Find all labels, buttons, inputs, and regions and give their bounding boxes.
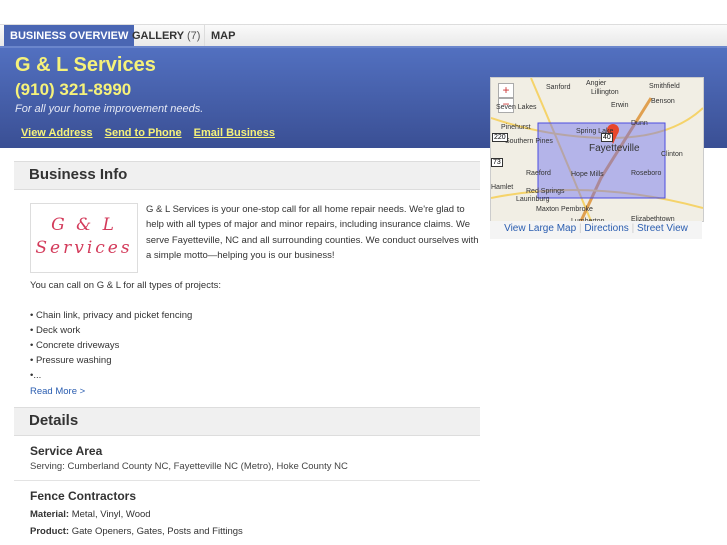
- project-item: •...: [30, 370, 42, 381]
- service-area-title: Service Area: [30, 444, 103, 458]
- gallery-count: (7): [187, 30, 201, 42]
- divider: [14, 480, 480, 481]
- project-item: • Deck work: [30, 325, 81, 336]
- map-town-label: Maxton: [536, 206, 559, 213]
- map-town-label: Sanford: [546, 84, 571, 91]
- tab-map[interactable]: MAP: [204, 25, 241, 47]
- highway-shield-icon: 73: [491, 158, 503, 167]
- highway-shield-icon: 40: [601, 133, 613, 142]
- product-label: Product:: [30, 526, 70, 537]
- map-town-label: Smithfield: [649, 83, 680, 90]
- street-view-link[interactable]: Street View: [637, 223, 688, 234]
- section-title: Details: [29, 412, 79, 429]
- project-item: • Chain link, privacy and picket fencing: [30, 310, 193, 321]
- map-town-label: Raeford: [526, 170, 551, 177]
- material-label: Material:: [30, 509, 70, 520]
- projects-intro: You can call on G & L for all types of p…: [30, 280, 221, 291]
- map-town-label: Benson: [651, 98, 675, 105]
- project-item: • Concrete driveways: [30, 340, 120, 351]
- view-large-map-link[interactable]: View Large Map: [504, 223, 576, 234]
- service-area-text: Serving: Cumberland County NC, Fayettevi…: [30, 461, 348, 472]
- map-town-label: Dunn: [631, 120, 648, 127]
- zoom-in-icon[interactable]: +: [498, 83, 514, 98]
- tab-bar: BUSINESS OVERVIEW GALLERY (7) MAP: [0, 24, 727, 47]
- map-town-label: Laurinburg: [516, 196, 550, 203]
- details-header: Details: [14, 407, 480, 436]
- map-town-label: Hamlet: [491, 184, 514, 191]
- map-links: View Large Map | Directions | Street Vie…: [490, 221, 702, 239]
- tab-business-overview[interactable]: BUSINESS OVERVIEW: [4, 25, 135, 47]
- business-description: G & L Services is your one-stop call for…: [146, 204, 479, 261]
- business-info-header: Business Info: [14, 161, 480, 190]
- business-tagline: For all your home improvement needs.: [15, 103, 204, 115]
- directions-link[interactable]: Directions: [584, 223, 628, 234]
- section-title: Business Info: [29, 166, 128, 183]
- map[interactable]: + − Angier Sanford Lillington Smithfield Sev…: [490, 77, 704, 222]
- read-more-link[interactable]: Read More >: [30, 386, 85, 397]
- map-town-label: Erwin: [611, 102, 629, 109]
- map-town-label: Clinton: [661, 151, 683, 158]
- product-value: Gate Openers, Gates, Posts and Fittings: [71, 526, 243, 537]
- map-town-label: Seven Lakes: [496, 104, 537, 111]
- map-town-label: Red Springs: [526, 188, 565, 195]
- map-town-label: Lillington: [591, 89, 619, 96]
- map-town-label: Angier: [586, 80, 607, 87]
- view-address-link[interactable]: View Address: [21, 127, 93, 139]
- business-phone: (910) 321-8990: [15, 80, 132, 99]
- map-town-label: Hope Mills: [571, 171, 604, 178]
- map-town-label: Fayetteville: [589, 143, 640, 154]
- material-value: Metal, Vinyl, Wood: [71, 509, 151, 520]
- map-town-label: Southern Pines: [505, 138, 553, 145]
- tab-gallery-label: GALLERY: [132, 30, 184, 42]
- map-town-label: Pinehurst: [501, 124, 531, 131]
- business-name: G & L Services: [15, 54, 156, 76]
- map-town-label: Roseboro: [631, 170, 662, 177]
- email-business-link[interactable]: Email Business: [194, 127, 275, 139]
- map-town-label: Pembroke: [561, 206, 593, 213]
- tab-gallery[interactable]: GALLERY (7): [126, 25, 206, 47]
- project-item: • Pressure washing: [30, 355, 112, 366]
- business-logo: G & L Services: [30, 203, 138, 273]
- send-to-phone-link[interactable]: Send to Phone: [105, 127, 182, 139]
- fence-contractors-title: Fence Contractors: [30, 489, 137, 503]
- highway-shield-icon: 220: [492, 133, 508, 142]
